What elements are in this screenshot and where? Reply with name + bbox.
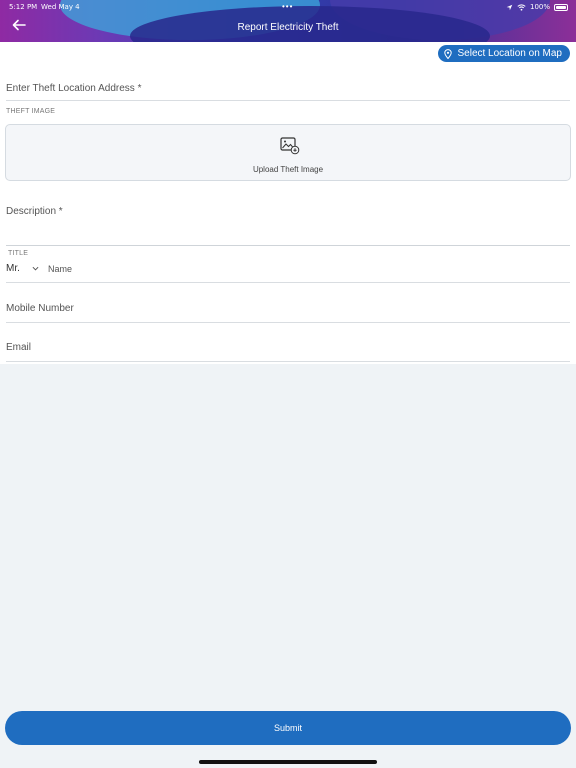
select-location-label: Select Location on Map [457, 48, 562, 59]
home-indicator[interactable] [199, 760, 377, 764]
divider [6, 245, 570, 246]
page-title: Report Electricity Theft [237, 22, 339, 33]
divider [6, 282, 570, 283]
wifi-icon [517, 3, 526, 11]
location-pin-icon [444, 48, 453, 59]
divider [6, 322, 570, 323]
multitasking-dots-icon[interactable]: ••• [282, 2, 293, 11]
report-form: Select Location on Map Enter Theft Locat… [0, 42, 576, 364]
status-time: 5:12 PM [9, 3, 38, 11]
battery-icon [554, 3, 568, 11]
title-label: TITLE [8, 250, 29, 257]
submit-button[interactable]: Submit [5, 711, 571, 745]
app-header: 5:12 PM Wed May 4 ••• 100% Report Electr… [0, 0, 576, 42]
title-select[interactable]: Mr. [6, 263, 39, 274]
upload-label: Upload Theft Image [252, 165, 324, 174]
chevron-down-icon [32, 264, 39, 273]
address-input[interactable]: Enter Theft Location Address * [6, 83, 141, 94]
status-date: Wed May 4 [41, 3, 80, 11]
description-input[interactable]: Description * [6, 206, 63, 217]
status-right: 100% [506, 3, 568, 11]
theft-image-label: THEFT IMAGE [6, 108, 56, 115]
email-input[interactable]: Email [6, 342, 31, 353]
name-input[interactable]: Name [48, 264, 72, 274]
select-location-on-map-button[interactable]: Select Location on Map [438, 45, 570, 62]
divider [6, 361, 570, 362]
mobile-number-input[interactable]: Mobile Number [6, 303, 74, 314]
battery-percent: 100% [529, 3, 550, 11]
divider [6, 100, 570, 101]
location-arrow-icon [506, 4, 513, 10]
image-upload-icon [280, 137, 300, 155]
upload-theft-image-button[interactable]: Upload Theft Image [5, 124, 571, 181]
title-value: Mr. [6, 263, 20, 274]
